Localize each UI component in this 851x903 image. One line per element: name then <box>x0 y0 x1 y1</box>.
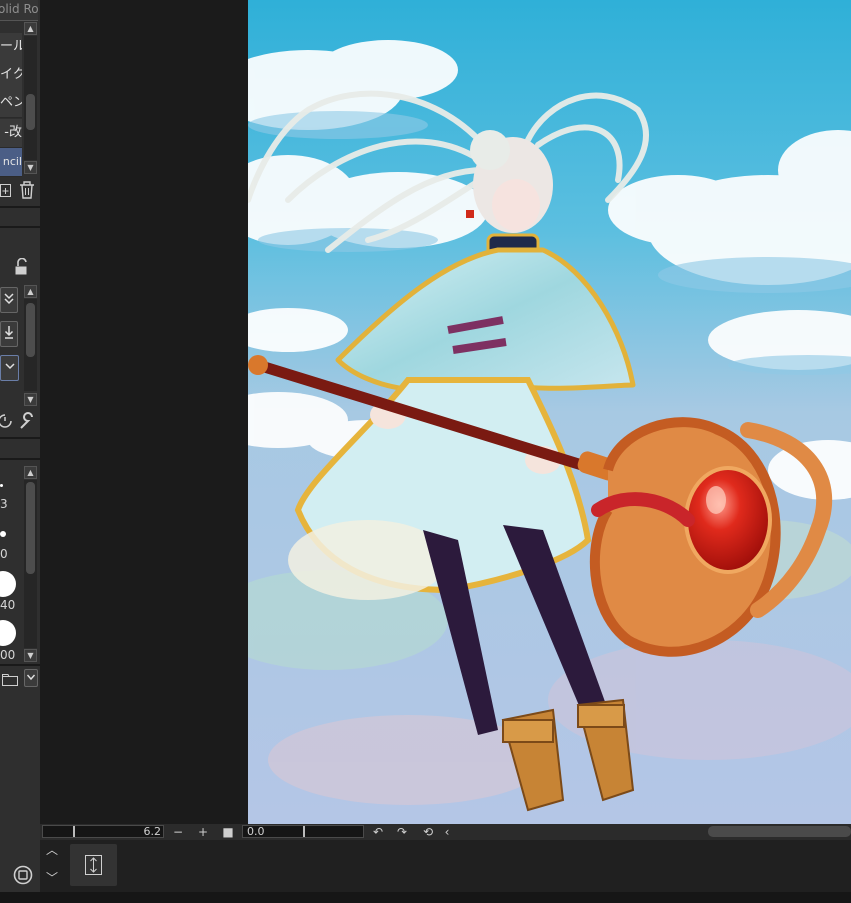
divider <box>0 458 40 460</box>
brush-item-label: ペン <box>0 95 22 110</box>
brush-set-name: olid Ro <box>0 2 39 16</box>
download-icon[interactable] <box>0 321 18 347</box>
chevron-down-icon[interactable]: ▼ <box>24 161 37 174</box>
brush-item-2[interactable]: イク <box>0 61 22 90</box>
canvas-status-bar: 6.2 − + ■ 0.0 ↶ ↷ ⟲ ‹ <box>40 824 851 840</box>
left-tool-panel: olid Ro ール イク ペン -改 ncil ▲ ▼ ▲ ▼ <box>0 0 40 903</box>
divider <box>0 437 40 439</box>
brush-size-label: 3 <box>0 497 8 511</box>
rotate-icon[interactable] <box>0 412 14 430</box>
zoom-in-button[interactable]: + <box>195 824 211 840</box>
scroll-thumb[interactable] <box>26 303 35 357</box>
timeline-panel: ︿ ﹀ <box>40 840 851 892</box>
folder-icon[interactable] <box>0 670 20 688</box>
brush-item-selected[interactable]: ncil <box>0 148 22 177</box>
reset-icon[interactable] <box>12 864 34 886</box>
brush-item-3[interactable]: ペン <box>0 89 22 118</box>
chevron-down-icon[interactable]: ﹀ <box>44 870 60 886</box>
zoom-value: 6.2 <box>143 825 162 838</box>
brush-size-dot[interactable] <box>0 531 6 537</box>
zoom-slider[interactable]: 6.2 <box>42 825 164 838</box>
canvas-illustration[interactable] <box>248 0 851 824</box>
brush-list-scrollbar[interactable] <box>24 36 37 160</box>
drawing-canvas[interactable] <box>248 0 851 824</box>
brush-item-label: ール <box>0 39 22 54</box>
lock-icon[interactable] <box>14 257 30 276</box>
add-layer-icon[interactable] <box>0 181 14 199</box>
flip-icon[interactable]: ‹ <box>440 824 454 840</box>
chevron-up-icon[interactable]: ▲ <box>24 285 37 298</box>
rotation-slider[interactable]: 0.0 <box>242 825 364 838</box>
bottom-edge <box>0 892 851 903</box>
rotate-right-icon[interactable]: ↷ <box>394 824 410 840</box>
chevron-down-icon[interactable]: ▼ <box>24 649 37 662</box>
chevron-down-icon[interactable] <box>24 669 38 687</box>
brush-item-label: ncil <box>2 155 22 168</box>
brush-size-label: 0 <box>0 547 8 561</box>
zoom-in-label: + <box>197 825 209 839</box>
brush-item-label: イク <box>0 67 22 82</box>
trash-icon[interactable] <box>18 180 36 200</box>
brush-item-4[interactable]: -改 <box>0 119 22 148</box>
scroll-thumb[interactable] <box>26 94 35 130</box>
merge-down-icon[interactable] <box>0 287 18 313</box>
brush-size-scrollbar[interactable] <box>24 480 37 648</box>
horizontal-scrollbar[interactable] <box>708 826 851 837</box>
zoom-out-button[interactable]: − <box>170 824 186 840</box>
chevron-down-icon[interactable]: ▼ <box>24 393 37 406</box>
brush-size-label: 40 <box>0 598 16 612</box>
divider <box>0 226 40 228</box>
brush-size-dot[interactable] <box>0 484 3 487</box>
panel-header: olid Ro <box>0 0 39 21</box>
brush-size-dot[interactable] <box>0 571 16 597</box>
dropdown-icon[interactable] <box>0 355 19 381</box>
layer-scrollbar[interactable] <box>24 299 37 391</box>
scroll-thumb[interactable] <box>26 482 35 574</box>
brush-item-1[interactable]: ール <box>0 33 22 62</box>
brush-size-dot[interactable] <box>0 620 16 646</box>
fit-canvas-icon[interactable]: ■ <box>220 824 236 840</box>
rotate-left-icon[interactable]: ↶ <box>370 824 386 840</box>
brush-size-label: 00 <box>0 648 16 662</box>
zoom-out-label: − <box>172 825 184 839</box>
rotation-value: 0.0 <box>247 825 265 838</box>
chevron-up-icon[interactable]: ▲ <box>24 466 37 479</box>
brush-item-label: -改 <box>4 125 22 140</box>
wrench-icon[interactable] <box>17 411 37 431</box>
divider <box>0 664 40 666</box>
chevron-up-icon[interactable]: ︿ <box>44 842 60 858</box>
reset-rotation-icon[interactable]: ⟲ <box>420 824 436 840</box>
navigator-icon[interactable] <box>70 844 117 886</box>
chevron-up-icon[interactable]: ▲ <box>24 22 37 35</box>
divider <box>0 206 40 208</box>
